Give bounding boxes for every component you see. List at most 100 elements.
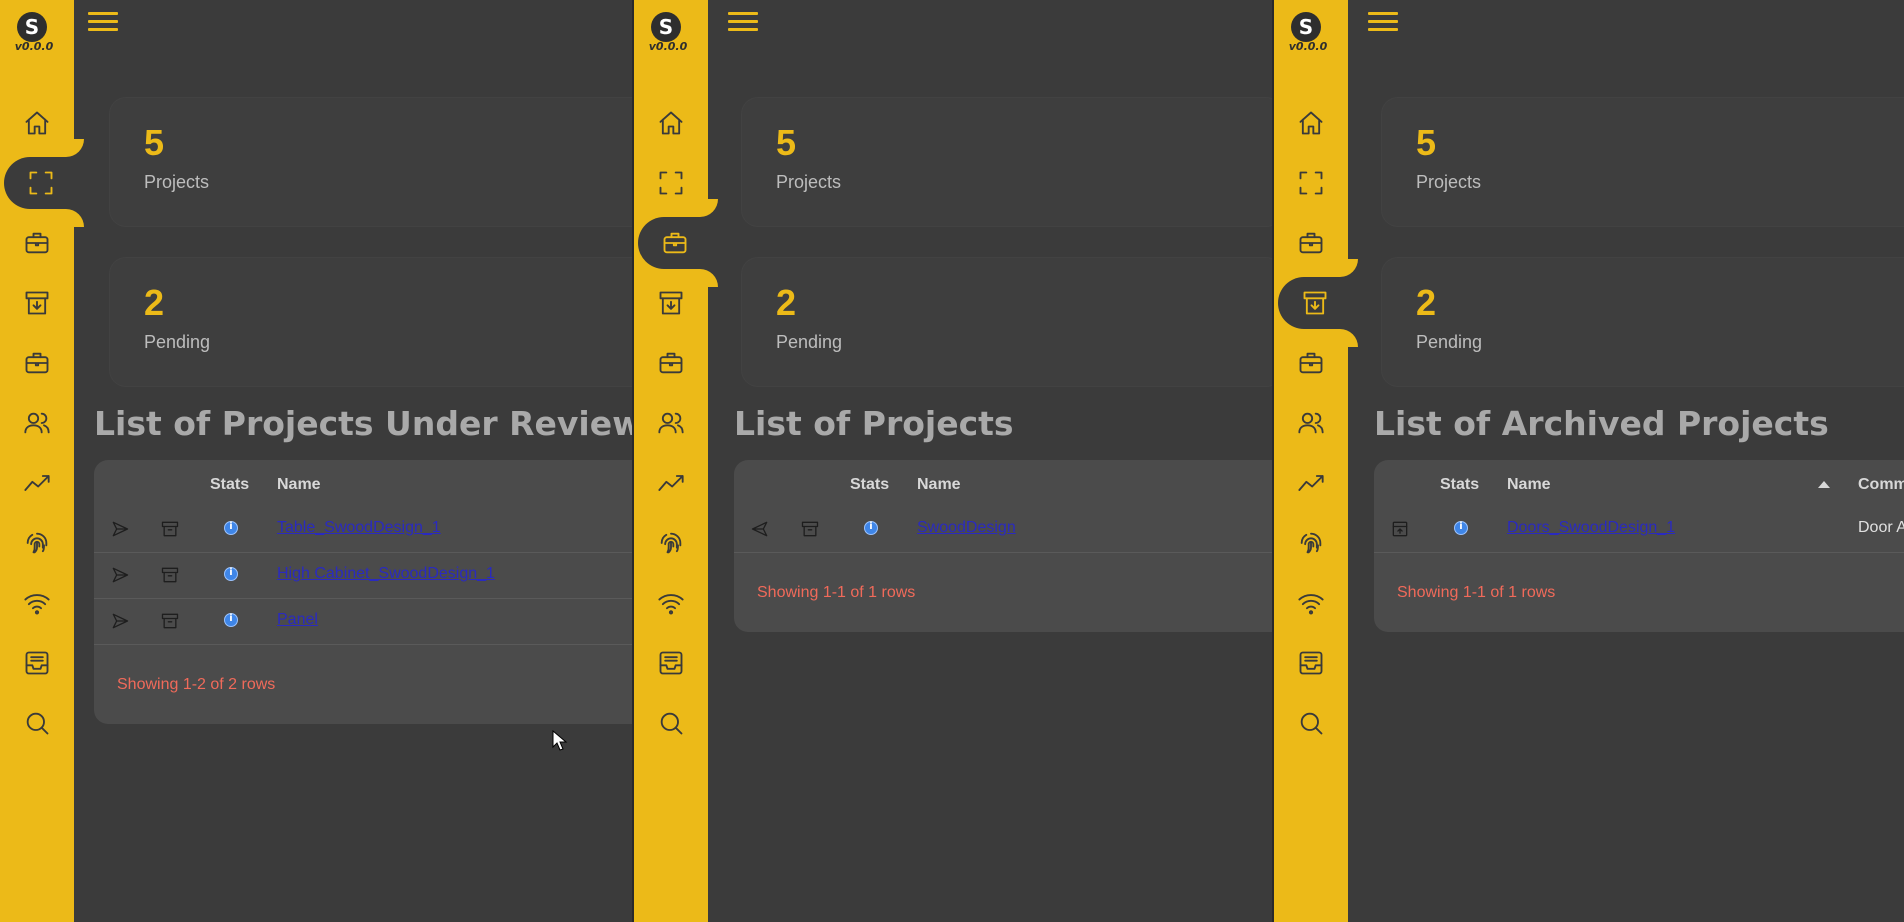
nav-search[interactable] <box>1274 697 1348 749</box>
column-header-name[interactable]: Name <box>1507 476 1551 494</box>
wifi-icon <box>1298 594 1324 615</box>
column-header-stats[interactable]: Stats <box>210 476 249 494</box>
nav-under-review[interactable] <box>634 157 708 209</box>
briefcase-icon <box>1299 232 1323 254</box>
menu-toggle-button[interactable] <box>728 12 758 34</box>
nav-under-review[interactable] <box>4 139 84 227</box>
menu-toggle-button[interactable] <box>1368 12 1398 34</box>
page-title: List of Projects <box>734 404 1014 443</box>
nav-archive[interactable] <box>1278 259 1358 347</box>
fullscreen-icon <box>659 171 683 195</box>
nav-inbox[interactable] <box>1274 637 1348 689</box>
nav-briefcase-2[interactable] <box>634 337 708 389</box>
nav-archive[interactable] <box>0 277 74 329</box>
nav-home[interactable] <box>634 97 708 149</box>
nav-users[interactable] <box>1274 397 1348 449</box>
archive-icon <box>1303 291 1327 315</box>
info-icon[interactable] <box>224 521 238 535</box>
stat-label: Projects <box>144 172 210 192</box>
project-link[interactable]: SwoodDesign <box>917 519 1016 537</box>
home-icon <box>25 111 49 135</box>
send-back-icon[interactable] <box>750 519 770 539</box>
app-logo[interactable]: S <box>17 12 47 42</box>
table-row: SwoodDesign <box>734 506 1272 553</box>
unarchive-icon[interactable] <box>1390 519 1410 539</box>
pagination-summary: Showing 1-1 of 1 rows <box>757 584 916 601</box>
nav-wifi[interactable] <box>634 577 708 629</box>
column-header-comment[interactable]: Comm <box>1858 476 1904 494</box>
nav-fingerprint[interactable] <box>1274 517 1348 569</box>
stat-label: Projects <box>776 172 842 192</box>
nav-projects[interactable] <box>638 199 718 287</box>
send-icon[interactable] <box>110 565 130 585</box>
stat-card-pending: 2 Pending <box>1382 258 1904 386</box>
archive-icon <box>25 291 49 315</box>
nav-home[interactable] <box>1274 97 1348 149</box>
home-icon <box>1299 111 1323 135</box>
nav-briefcase-2[interactable] <box>0 337 74 389</box>
stat-card-pending: 2 Pending <box>110 258 640 386</box>
nav-fingerprint[interactable] <box>634 517 708 569</box>
stat-value: 2 <box>144 282 165 323</box>
nav-projects[interactable] <box>0 217 74 269</box>
stat-value: 5 <box>776 122 797 163</box>
nav-users[interactable] <box>634 397 708 449</box>
sort-ascending-icon[interactable] <box>1818 481 1830 488</box>
app-logo[interactable]: S <box>651 12 681 42</box>
fingerprint-icon <box>1300 532 1322 554</box>
sidebar: S v0.0.0 <box>0 0 84 922</box>
nav-analytics[interactable] <box>0 457 74 509</box>
project-link[interactable]: Table_SwoodDesign_1 <box>277 519 441 537</box>
column-header-name[interactable]: Name <box>917 476 961 494</box>
briefcase-icon <box>25 232 49 254</box>
app-version: v0.0.0 <box>14 40 54 53</box>
home-icon <box>659 111 683 135</box>
nav-search[interactable] <box>634 697 708 749</box>
chart-line-icon <box>24 475 50 491</box>
briefcase-icon <box>25 352 49 374</box>
nav-users[interactable] <box>0 397 74 449</box>
stat-label: Pending <box>1416 332 1483 352</box>
briefcase-icon <box>663 232 687 254</box>
archived-projects-table: Stats Name Comm Doors_SwoodDesign_1 Door… <box>1374 460 1904 632</box>
nav-fingerprint[interactable] <box>0 517 74 569</box>
panel-archived: S v0.0.0 5 Projects 2 Pending List of Ar… <box>1272 0 1904 922</box>
fingerprint-icon <box>26 532 48 554</box>
info-icon[interactable] <box>1454 521 1468 535</box>
project-link[interactable]: Doors_SwoodDesign_1 <box>1507 519 1675 537</box>
send-icon[interactable] <box>110 611 130 631</box>
info-icon[interactable] <box>224 613 238 627</box>
nav-archive[interactable] <box>634 277 708 329</box>
column-header-name[interactable]: Name <box>277 476 321 494</box>
archive-box-icon[interactable] <box>160 565 180 585</box>
page-title: List of Projects Under Review <box>94 404 640 443</box>
nav-under-review[interactable] <box>1274 157 1348 209</box>
column-header-stats[interactable]: Stats <box>850 476 889 494</box>
archive-box-icon[interactable] <box>160 519 180 539</box>
project-link[interactable]: High Cabinet_SwoodDesign_1 <box>277 565 495 583</box>
archive-box-icon[interactable] <box>800 519 820 539</box>
app-logo[interactable]: S <box>1291 12 1321 42</box>
nav-inbox[interactable] <box>0 637 74 689</box>
archive-box-icon[interactable] <box>160 611 180 631</box>
nav-wifi[interactable] <box>0 577 74 629</box>
nav-briefcase-2[interactable] <box>1274 337 1348 389</box>
nav-inbox[interactable] <box>634 637 708 689</box>
nav-analytics[interactable] <box>1274 457 1348 509</box>
briefcase-icon <box>1299 352 1323 374</box>
stat-value: 2 <box>1416 282 1437 323</box>
table-row: High Cabinet_SwoodDesign_1 <box>94 552 640 599</box>
nav-projects[interactable] <box>1274 217 1348 269</box>
nav-analytics[interactable] <box>634 457 708 509</box>
nav-search[interactable] <box>0 697 74 749</box>
project-link[interactable]: Panel <box>277 611 318 629</box>
send-icon[interactable] <box>110 519 130 539</box>
column-header-stats[interactable]: Stats <box>1440 476 1479 494</box>
info-icon[interactable] <box>864 521 878 535</box>
nav-wifi[interactable] <box>1274 577 1348 629</box>
nav-home[interactable] <box>0 97 74 149</box>
info-icon[interactable] <box>224 567 238 581</box>
users-icon <box>24 412 50 434</box>
menu-toggle-button[interactable] <box>88 12 118 34</box>
inbox-icon <box>25 651 49 675</box>
